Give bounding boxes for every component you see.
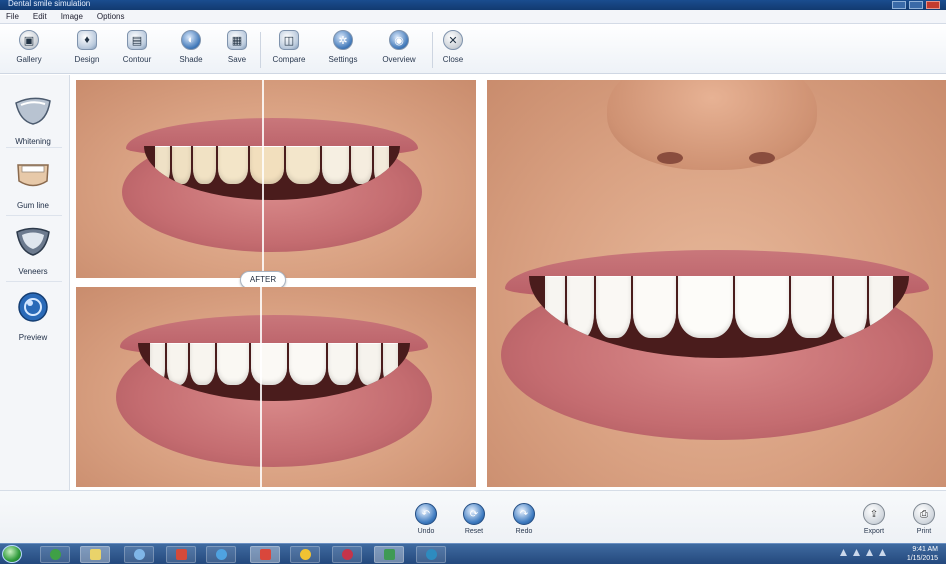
print-icon: ⎙ [913, 503, 935, 525]
maximize-button[interactable] [909, 1, 923, 9]
globe-icon [18, 292, 48, 322]
panel-separator [6, 147, 62, 148]
nostril-left [657, 152, 683, 164]
tooth-icon: ♦ [77, 30, 97, 50]
taskbar-app-ie[interactable] [206, 546, 236, 563]
menu-options[interactable]: Options [97, 12, 125, 21]
undo-icon: ↶ [415, 503, 437, 525]
preview-tool[interactable]: Preview [4, 291, 62, 342]
taskbar: 9:41 AM 1/15/2015 [0, 543, 946, 564]
taskbar-app-explorer[interactable] [40, 546, 70, 563]
comparison-photo-top[interactable] [76, 80, 476, 278]
undo-button[interactable]: ↶ Undo [404, 503, 448, 535]
taskbar-app-media[interactable] [332, 546, 362, 563]
panel-separator [6, 281, 62, 282]
ie-icon [215, 549, 227, 560]
overview-icon: ◉ [389, 30, 409, 50]
network-icon[interactable] [853, 549, 860, 556]
menu-edit[interactable]: Edit [33, 12, 47, 21]
media-icon [341, 549, 353, 560]
menu-bar: File Edit Image Options [0, 10, 946, 24]
redo-icon: ↷ [513, 503, 535, 525]
split-divider[interactable] [260, 287, 262, 487]
clock-date: 1/15/2015 [906, 555, 938, 562]
volume-icon[interactable] [866, 549, 873, 556]
photo-icon: ▣ [19, 30, 39, 50]
globe-icon [425, 549, 437, 560]
bottom-action-bar: ↶ Undo ⟳ Reset ↷ Redo ⇪ Export ⎙ Print [0, 490, 946, 543]
result-photo[interactable] [487, 80, 946, 487]
gum-line-tool[interactable]: Gum line [4, 159, 62, 210]
taskbar-app-green[interactable] [374, 546, 404, 563]
tray-arrow-icon[interactable] [840, 549, 847, 556]
shade-button[interactable]: ◐ Shade [168, 30, 214, 64]
browser-icon [133, 549, 145, 560]
nostril-right [749, 152, 775, 164]
minimize-button[interactable] [892, 1, 906, 9]
window-controls [892, 1, 940, 9]
taskbar-app-folder[interactable] [80, 546, 110, 563]
office-icon [175, 549, 187, 560]
close-window-button[interactable] [926, 1, 940, 9]
veneers-tool[interactable]: Veneers [4, 225, 62, 276]
export-button[interactable]: ⇪ Export [852, 503, 896, 535]
gum-icon [17, 164, 49, 187]
gallery-button[interactable]: ▣ Gallery [6, 30, 52, 64]
comparison-photo-bottom[interactable] [76, 287, 476, 487]
design-button[interactable]: ♦ Design [64, 30, 110, 64]
app-icon [383, 549, 395, 560]
compare-icon: ◫ [279, 30, 299, 50]
veneer-icon [15, 97, 51, 125]
toolbar-separator [260, 32, 261, 68]
taskbar-app-browser[interactable] [124, 546, 154, 563]
overview-button[interactable]: ◉ Overview [376, 30, 422, 64]
start-button[interactable] [2, 545, 22, 563]
contour-icon: ▤ [127, 30, 147, 50]
export-icon: ⇪ [863, 503, 885, 525]
reset-icon: ⟳ [463, 503, 485, 525]
panel-separator [6, 215, 62, 216]
contour-button[interactable]: ▤ Contour [114, 30, 160, 64]
dental-app-icon [259, 549, 271, 560]
explorer-icon [49, 549, 61, 560]
shield-tooth-icon [16, 227, 50, 256]
redo-button[interactable]: ↷ Redo [502, 503, 546, 535]
taskbar-app-chrome[interactable] [290, 546, 320, 563]
reset-button[interactable]: ⟳ Reset [452, 503, 496, 535]
close-icon: ✕ [443, 30, 463, 50]
print-button[interactable]: ⎙ Print [902, 503, 946, 535]
clock[interactable]: 9:41 AM 1/15/2015 [888, 545, 938, 563]
folder-icon [89, 549, 101, 560]
gear-icon: ✲ [333, 30, 353, 50]
left-tool-panel: Whitening Gum line Veneers Preview [0, 75, 70, 543]
close-tool-button[interactable]: ✕ Close [430, 30, 476, 64]
chrome-icon [299, 549, 311, 560]
settings-button[interactable]: ✲ Settings [320, 30, 366, 64]
whitening-tool[interactable]: Whitening [4, 95, 62, 146]
compare-button[interactable]: ◫ Compare [266, 30, 312, 64]
menu-file[interactable]: File [6, 12, 19, 21]
save-icon: ▦ [227, 30, 247, 50]
shade-icon: ◐ [181, 30, 201, 50]
window-title: Dental smile simulation [8, 0, 91, 8]
flag-icon[interactable] [879, 549, 886, 556]
clock-time: 9:41 AM [912, 546, 938, 553]
taskbar-app-office[interactable] [166, 546, 196, 563]
menu-image[interactable]: Image [61, 12, 83, 21]
toolbar: ▣ Gallery ♦ Design ▤ Contour ◐ Shade ▦ S… [0, 24, 946, 74]
split-divider[interactable] [262, 80, 264, 278]
title-bar: Dental smile simulation [0, 0, 946, 10]
taskbar-app-globe[interactable] [416, 546, 446, 563]
save-button[interactable]: ▦ Save [214, 30, 260, 64]
system-tray [840, 549, 886, 556]
taskbar-app-dental[interactable] [250, 546, 280, 563]
